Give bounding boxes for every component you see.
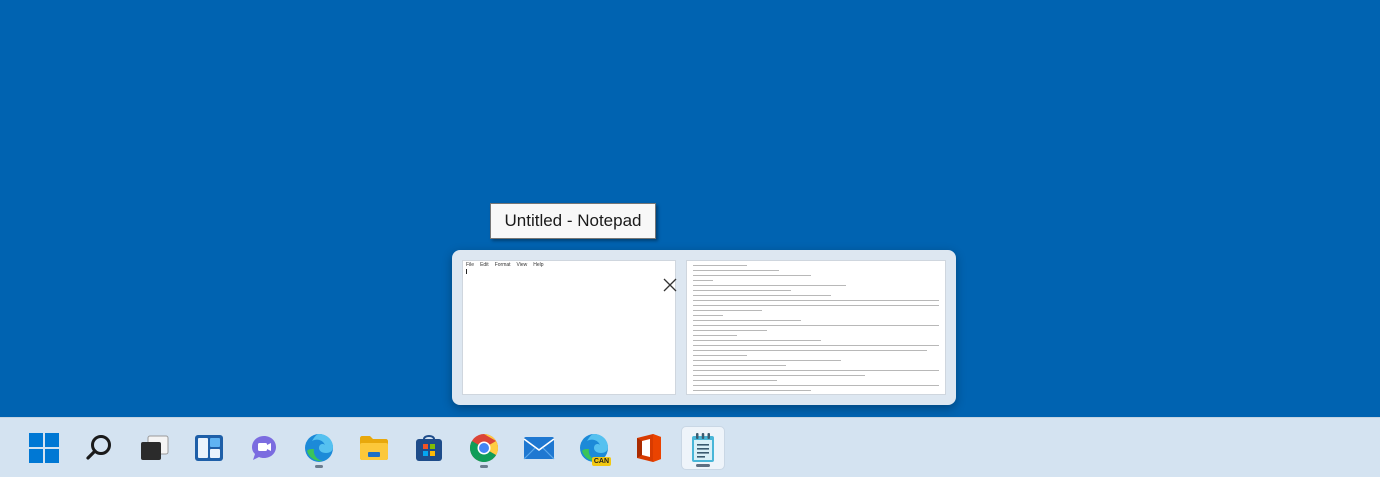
search-button[interactable] bbox=[77, 426, 121, 470]
taskbar: CAN bbox=[0, 417, 1380, 477]
menu-format: Format bbox=[494, 262, 511, 268]
taskbar-thumbnail-flyout: File Edit Format View Help bbox=[452, 250, 956, 405]
windows-logo-icon bbox=[29, 433, 59, 463]
edge-taskbar-button[interactable] bbox=[297, 426, 341, 470]
text-cursor bbox=[466, 269, 467, 274]
menu-edit: Edit bbox=[480, 262, 489, 268]
notepad-taskbar-button[interactable] bbox=[681, 426, 725, 470]
menu-view: View bbox=[516, 262, 528, 268]
folder-icon bbox=[360, 436, 388, 460]
running-indicator bbox=[315, 465, 323, 468]
notepad-icon bbox=[692, 433, 714, 462]
office-icon bbox=[637, 434, 661, 462]
start-button[interactable] bbox=[22, 426, 66, 470]
menu-help: Help bbox=[533, 262, 544, 268]
chat-button[interactable] bbox=[242, 426, 286, 470]
store-icon bbox=[416, 435, 442, 461]
edge-canary-button[interactable]: CAN bbox=[572, 426, 616, 470]
canary-badge: CAN bbox=[591, 457, 611, 466]
tooltip-text: Untitled - Notepad bbox=[504, 211, 642, 230]
search-icon bbox=[86, 435, 111, 460]
close-icon bbox=[663, 278, 677, 292]
edge-icon bbox=[305, 434, 333, 462]
office-button[interactable] bbox=[627, 426, 671, 470]
chrome-icon bbox=[470, 434, 498, 462]
teams-chat-icon bbox=[252, 436, 276, 460]
window-title-tooltip: Untitled - Notepad bbox=[490, 203, 656, 239]
chrome-taskbar-button[interactable] bbox=[462, 426, 506, 470]
store-button[interactable] bbox=[407, 426, 451, 470]
task-view-button[interactable] bbox=[132, 426, 176, 470]
thumbnail-menubar: File Edit Format View Help bbox=[463, 261, 675, 270]
file-explorer-button[interactable] bbox=[352, 426, 396, 470]
widgets-button[interactable] bbox=[187, 426, 231, 470]
running-indicator bbox=[696, 464, 710, 467]
running-indicator bbox=[480, 465, 488, 468]
mail-icon bbox=[523, 437, 555, 460]
mail-button[interactable] bbox=[517, 426, 561, 470]
widgets-icon bbox=[195, 435, 223, 461]
notepad-window-thumbnail[interactable]: File Edit Format View Help bbox=[462, 260, 677, 395]
menu-file: File bbox=[466, 262, 475, 268]
close-window-button[interactable] bbox=[659, 275, 681, 295]
thumbnail-text-content bbox=[693, 265, 939, 391]
task-view-icon bbox=[141, 435, 169, 460]
notepad-window-thumbnail-2[interactable] bbox=[686, 260, 946, 395]
